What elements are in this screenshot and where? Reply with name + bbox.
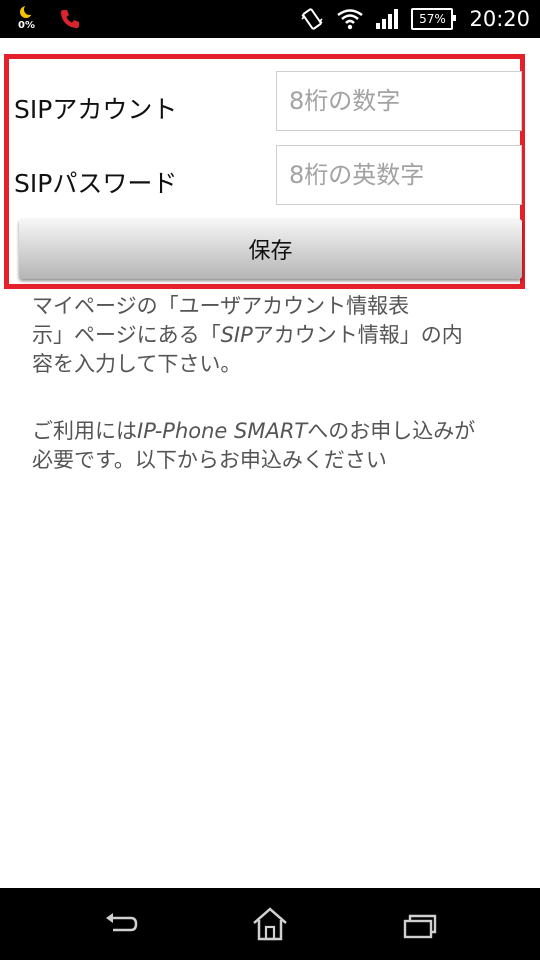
save-button-label: 保存: [248, 239, 293, 264]
night-mode-percent: 0%: [18, 20, 35, 31]
wifi-icon: [337, 9, 364, 30]
sip-password-label: SIPパスワード: [14, 169, 178, 198]
sip-account-input[interactable]: 8桁の数字: [276, 71, 522, 131]
description-line-2: 示」ページにある「SIPアカウント情報」の内: [32, 323, 463, 347]
back-icon[interactable]: [103, 910, 139, 940]
home-icon[interactable]: [251, 906, 289, 942]
battery-percent: 57%: [419, 12, 446, 26]
navigation-bar: [0, 888, 540, 960]
sip-account-label: SIPアカウント: [14, 95, 178, 124]
missed-call-icon: [61, 10, 79, 28]
description-line-4: ご利用にはIP-Phone SMARTへのお申し込みが: [32, 419, 476, 443]
sip-password-input[interactable]: 8桁の英数字: [276, 145, 522, 205]
description-line-3: 容を入力して下さい。: [32, 352, 242, 376]
signal-icon: [376, 9, 399, 29]
battery-icon: 57%: [411, 8, 457, 30]
vibrate-icon: [301, 8, 324, 30]
description-line-1: マイページの「ユーザアカウント情報表: [32, 294, 410, 318]
description-line-5: 必要です。以下からお申込みください: [32, 448, 387, 472]
save-button[interactable]: 保存: [19, 219, 522, 279]
status-bar: 0% 57% 20:20: [0, 0, 540, 38]
clock: 20:20: [469, 7, 530, 31]
moon-icon: 0%: [16, 4, 38, 34]
recent-apps-icon[interactable]: [402, 912, 438, 940]
